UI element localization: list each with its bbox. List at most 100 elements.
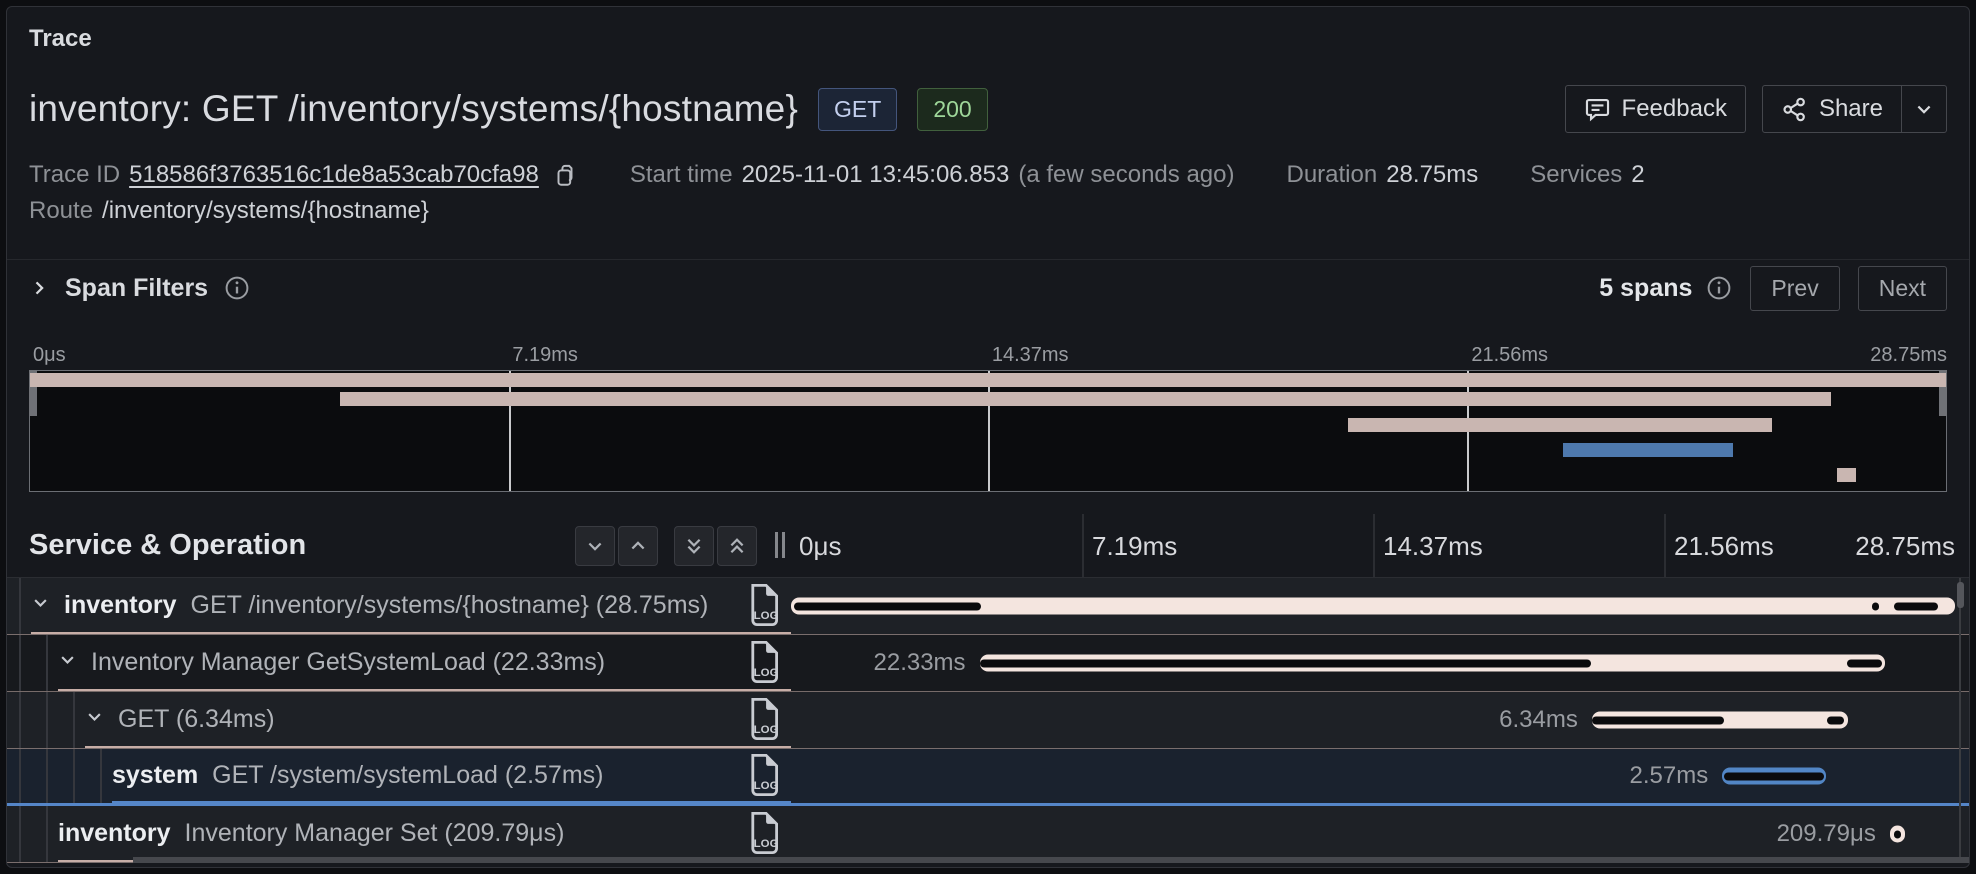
span-timeline-cell[interactable]	[791, 578, 1969, 634]
share-dropdown-button[interactable]	[1901, 86, 1946, 132]
info-icon[interactable]	[1706, 275, 1732, 301]
span-count: 5 spans	[1599, 273, 1693, 302]
operation-name: GET /inventory/systems/{hostname} (28.75…	[190, 590, 709, 619]
trace-header: Trace inventory: GET /inventory/systems/…	[7, 7, 1969, 227]
span-bar[interactable]	[791, 597, 1955, 615]
indent-guide	[19, 635, 21, 691]
column-resize-handle[interactable]	[775, 532, 785, 558]
operation-name: Inventory Manager GetSystemLoad (22.33ms…	[91, 647, 606, 676]
operation-name: Inventory Manager Set (209.79μs)	[184, 818, 565, 847]
svg-text:LOG: LOG	[754, 667, 779, 679]
table-row[interactable]: system GET /system/systemLoad (2.57ms) L…	[7, 749, 1969, 806]
svg-text:LOG: LOG	[754, 780, 779, 792]
svg-text:LOG: LOG	[754, 724, 779, 736]
start-time-relative: (a few seconds ago)	[1018, 161, 1235, 188]
info-icon[interactable]	[224, 275, 250, 301]
span-timeline-cell[interactable]: 209.79μs	[791, 806, 1969, 862]
logs-icon[interactable]: LOG	[747, 584, 781, 626]
expand-all-button[interactable]	[674, 525, 714, 566]
table-row[interactable]: inventory GET /inventory/systems/{hostna…	[7, 578, 1969, 635]
chevron-down-icon[interactable]	[85, 707, 104, 731]
bottom-scrollbar[interactable]	[133, 857, 1969, 863]
double-chevron-up-icon	[730, 537, 744, 553]
scrollbar-thumb[interactable]	[1957, 582, 1964, 608]
logs-icon[interactable]: LOG	[747, 641, 781, 683]
copy-icon[interactable]	[552, 162, 578, 188]
span-timeline-cell[interactable]: 6.34ms	[791, 692, 1969, 748]
service-operation-header: Service & Operation	[7, 514, 791, 577]
span-rows: inventory GET /inventory/systems/{hostna…	[7, 578, 1969, 863]
indent-guide	[19, 578, 21, 634]
indent-guide	[19, 692, 21, 748]
span-name-cell[interactable]: GET (6.34ms) LOG	[7, 692, 791, 748]
tick-label: 28.75ms	[1855, 531, 1955, 561]
chevron-up-icon	[631, 540, 645, 549]
span-bar[interactable]	[1722, 767, 1826, 785]
span-bar[interactable]	[1591, 711, 1848, 729]
services-label: Services	[1530, 161, 1623, 188]
critical-path-segment	[794, 602, 981, 610]
feedback-label: Feedback	[1621, 95, 1727, 122]
span-filters-toggle[interactable]: Span Filters	[29, 274, 250, 303]
share-icon	[1781, 96, 1808, 123]
prev-span-button[interactable]: Prev	[1750, 265, 1840, 311]
chevron-down-icon[interactable]	[31, 593, 50, 617]
critical-path-segment	[1591, 716, 1724, 724]
minimap-span-bar	[1562, 443, 1734, 457]
service-name: system	[112, 760, 199, 789]
duration-group: Duration 28.75ms	[1286, 161, 1478, 189]
collapse-all-button[interactable]	[717, 525, 757, 566]
share-button-group: Share	[1761, 85, 1947, 133]
route-row: Route /inventory/systems/{hostname}	[29, 195, 1947, 227]
trace-id-label: Trace ID	[29, 161, 121, 188]
minimap-span-bar	[1836, 468, 1856, 482]
double-chevron-down-icon	[687, 538, 701, 554]
route-label: Route	[29, 197, 94, 224]
expand-one-button[interactable]	[575, 525, 615, 566]
critical-path-segment	[1827, 716, 1845, 724]
trace-id-value[interactable]: 518586f3763516c1de8a53cab70cfa98	[129, 161, 539, 189]
collapse-one-button[interactable]	[618, 525, 658, 566]
feedback-button[interactable]: Feedback	[1564, 85, 1746, 133]
chevron-down-icon[interactable]	[58, 650, 77, 674]
share-button[interactable]: Share	[1763, 86, 1901, 132]
span-duration-label: 2.57ms	[1629, 762, 1709, 789]
span-bar[interactable]	[979, 654, 1886, 672]
minimap-tick-labels: 0μs 7.19ms 14.37ms 21.56ms 28.75ms	[29, 344, 1947, 368]
span-filters-title: Span Filters	[65, 273, 209, 302]
span-name-cell[interactable]: system GET /system/systemLoad (2.57ms) L…	[7, 749, 791, 803]
tick-label: 21.56ms	[1674, 531, 1774, 561]
service-operation-title: Service & Operation	[29, 529, 307, 561]
table-row[interactable]: Inventory Manager GetSystemLoad (22.33ms…	[7, 635, 1969, 692]
span-name-cell[interactable]: inventory GET /inventory/systems/{hostna…	[7, 578, 791, 634]
tick-label: 14.37ms	[1383, 531, 1483, 561]
logs-icon[interactable]: LOG	[747, 754, 781, 796]
gridline	[1082, 514, 1084, 577]
span-duration-label: 6.34ms	[1499, 706, 1578, 733]
table-row[interactable]: inventory Inventory Manager Set (209.79μ…	[7, 806, 1969, 863]
span-duration-label: 209.79μs	[1776, 820, 1876, 847]
span-bar[interactable]	[1889, 825, 1905, 843]
trace-meta-row: Trace ID 518586f3763516c1de8a53cab70cfa9…	[29, 159, 1947, 191]
minimap-canvas[interactable]	[29, 370, 1947, 492]
svg-text:LOG: LOG	[754, 610, 779, 622]
page-title: inventory: GET /inventory/systems/{hostn…	[29, 88, 799, 129]
critical-path-segment	[979, 659, 1591, 667]
chevron-down-icon	[1917, 105, 1931, 114]
next-span-button[interactable]: Next	[1857, 265, 1947, 311]
span-name-cell[interactable]: inventory Inventory Manager Set (209.79μ…	[7, 806, 791, 862]
operation-name: GET (6.34ms)	[118, 704, 275, 733]
gridline	[1373, 514, 1375, 577]
span-timeline-cell[interactable]: 22.33ms	[791, 635, 1969, 691]
minimap-span-bar	[340, 392, 1832, 406]
service-name: inventory	[64, 590, 177, 619]
logs-icon[interactable]: LOG	[747, 812, 781, 854]
span-timeline-cell[interactable]: 2.57ms	[791, 749, 1969, 803]
critical-path-segment	[1847, 659, 1882, 667]
logs-icon[interactable]: LOG	[747, 698, 781, 740]
table-header: Service & Operation 0μs 7.19ms 14.37ms 2…	[7, 514, 1969, 578]
span-name-cell[interactable]: Inventory Manager GetSystemLoad (22.33ms…	[7, 635, 791, 691]
gridline	[509, 371, 511, 491]
table-row[interactable]: GET (6.34ms) LOG 6.34ms	[7, 692, 1969, 749]
method-badge: GET	[818, 87, 898, 131]
